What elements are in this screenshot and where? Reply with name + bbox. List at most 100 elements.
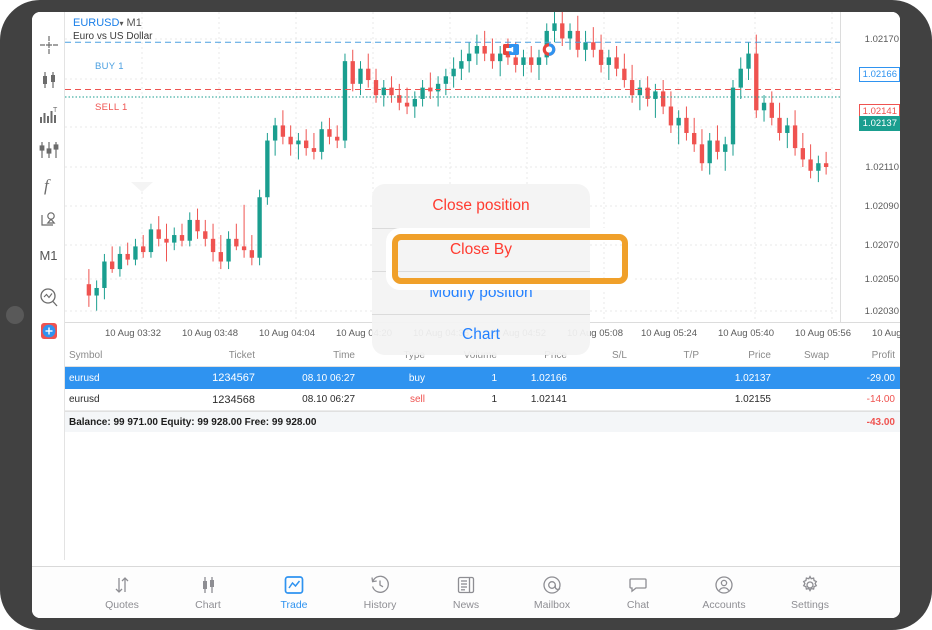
cell-symbol: eurusd [69,394,100,405]
buy-price-tag: 1.02166 [858,67,900,82]
session-clock-marker[interactable] [541,42,557,63]
device-home-button[interactable] [6,306,24,324]
price-tick: 1.02070 [864,240,899,251]
column-header-swap: Swap [803,350,829,361]
tab-chart[interactable]: Chart [175,574,241,611]
tab-label: History [363,599,397,611]
clock-icon [369,574,391,596]
column-header-tp: T/P [683,350,699,361]
chart-symbol-label[interactable]: EURUSD▾ M1 [73,17,142,29]
svg-text:T: T [53,107,58,114]
column-header-profit: Profit [871,350,895,361]
tab-label: News [452,599,480,611]
cell-symbol: eurusd [69,372,100,384]
tab-label: Accounts [702,599,746,611]
at-sign-icon [541,574,563,596]
column-header-price-current: Price [748,350,771,361]
account-summary-text: Balance: 99 971.00 Equity: 99 928.00 Fre… [69,416,317,428]
tab-accounts[interactable]: Accounts [691,574,757,611]
device-screen: T f M1 EURUSD▾ M1 Euro vs US Dollar BUY … [32,12,900,618]
timeframe-m1-label[interactable]: M1 [32,240,65,270]
tab-label: Mailbox [533,599,571,611]
tab-trade[interactable]: Trade [261,574,327,611]
gear-icon [799,574,821,596]
time-tick: 10 Aug 03:48 [182,328,238,339]
menu-item-close-position[interactable]: Close position [372,184,590,228]
table-row[interactable]: eurusd 1234567 08.10 06:27 buy 1 1.02166… [65,367,900,389]
candlestick-icon [197,574,219,596]
user-circle-icon [713,574,735,596]
chat-bubble-icon [627,574,649,596]
cell-volume: 1 [491,372,497,384]
cell-ticket: 1234568 [212,393,255,406]
current-price-tag: 1.02137 [858,116,900,131]
column-header-symbol: Symbol [69,350,103,361]
cell-price-current: 1.02137 [734,372,771,384]
cell-price-current: 1.02155 [734,394,771,405]
symbol-timeframe: M1 [126,17,142,29]
time-tick: 10 Aug 05:56 [795,328,851,339]
price-tick: 1.02170 [864,34,899,45]
column-header-time: Time [333,350,355,361]
time-tick: 10 Aug 04:04 [259,328,315,339]
tab-settings[interactable]: Settings [777,574,843,611]
price-tick: 1.02090 [864,201,899,212]
cell-price-open: 1.02141 [530,394,567,405]
settings-sliders-icon[interactable] [32,135,65,165]
news-event-marker[interactable] [503,42,519,63]
tab-label: Settings [791,599,829,611]
tab-label: Chat [626,599,650,611]
cell-time: 08.10 06:27 [302,394,355,405]
position-context-menu[interactable]: Close position Close By Modify position … [372,184,634,355]
close-by-highlight-ring-inner [392,234,628,284]
arrows-up-down-icon [111,574,133,596]
tab-history[interactable]: History [347,574,413,611]
time-tick: 10 Aug 03:32 [105,328,161,339]
buy-level-label: BUY 1 [95,61,124,72]
newspaper-icon [455,574,477,596]
cell-volume: 1 [491,394,497,405]
indicators-icon[interactable]: T [32,100,65,130]
tab-quotes[interactable]: Quotes [89,574,155,611]
chart-search-icon[interactable] [32,283,65,313]
trade-positions-panel: Symbol Ticket Time Type Volume Price S/L… [65,345,900,560]
price-tick: 1.02030 [864,306,899,317]
symbol-text: EURUSD [73,17,120,29]
chart-left-toolbar: T f M1 [32,12,65,560]
new-order-icon[interactable] [32,316,65,346]
price-tick: 1.02050 [864,274,899,285]
objects-icon[interactable] [32,205,65,235]
cell-price-open: 1.02166 [530,372,567,384]
cell-type: sell [409,394,425,405]
tab-news[interactable]: News [433,574,499,611]
context-menu-pointer [131,182,153,192]
table-row[interactable]: eurusd 1234568 08.10 06:27 sell 1 1.0214… [65,389,900,411]
account-summary-profit: -43.00 [866,416,895,428]
tablet-device-frame: T f M1 EURUSD▾ M1 Euro vs US Dollar BUY … [0,0,932,630]
tab-chat[interactable]: Chat [605,574,671,611]
cell-profit: -14.00 [866,394,895,405]
crosshair-icon[interactable] [32,30,65,60]
cell-profit: -29.00 [866,372,895,384]
price-tick: 1.02110 [865,162,899,173]
cell-time: 08.10 06:27 [302,372,355,384]
time-tick: 10 Aug 06:12 [872,328,900,339]
tab-label: Chart [195,599,221,611]
candlestick-icon[interactable] [32,65,65,95]
tab-label: Quotes [105,599,139,611]
timeframe-text: M1 [39,247,58,263]
svg-text:f: f [44,176,51,195]
account-summary-row: Balance: 99 971.00 Equity: 99 928.00 Fre… [65,411,900,432]
chart-symbol-subtitle: Euro vs US Dollar [73,31,153,42]
bottom-tab-bar: Quotes Chart Trade History News Mailbox … [32,566,900,618]
function-icon[interactable]: f [32,170,65,200]
tab-mailbox[interactable]: Mailbox [519,574,585,611]
price-axis: 1.02170 1.02150 1.02130 1.02110 1.02090 … [840,12,900,322]
cell-ticket: 1234567 [212,372,255,384]
column-header-ticket: Ticket [228,350,255,361]
time-tick: 10 Aug 05:24 [641,328,697,339]
tab-label: Trade [280,599,308,611]
menu-item-chart[interactable]: Chart [372,315,590,355]
time-tick: 10 Aug 05:40 [718,328,774,339]
chevron-down-icon[interactable]: ▾ [119,19,123,28]
